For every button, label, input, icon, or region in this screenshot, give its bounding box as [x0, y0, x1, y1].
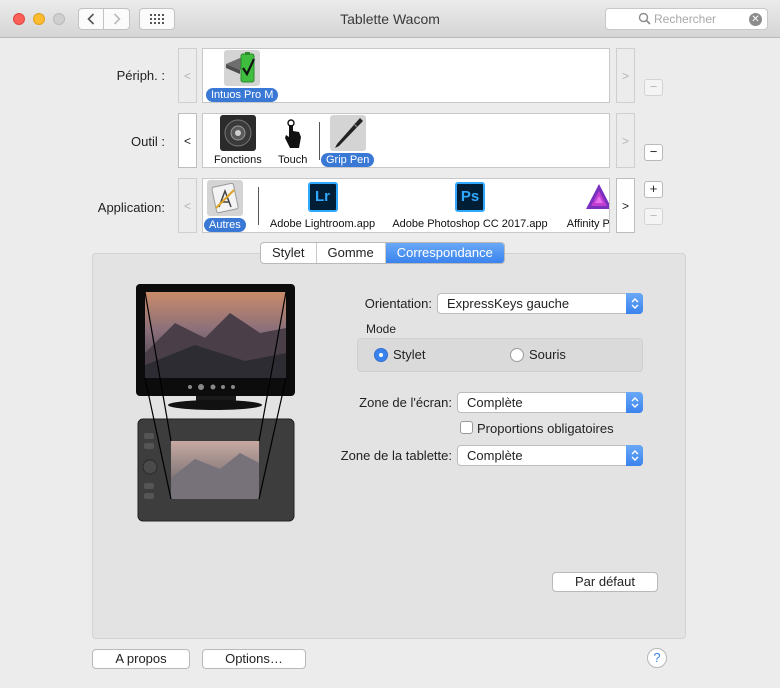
app-scroll-right-button[interactable]: > [616, 178, 635, 233]
app-item-affinity[interactable]: Affinity Photo [559, 182, 610, 231]
add-application-button[interactable]: + [644, 181, 663, 198]
tool-row-label: Outil : [131, 134, 165, 149]
app-item-label: Affinity Photo [566, 218, 610, 230]
photoshop-icon: Ps [455, 182, 485, 212]
app-item-label: Autres [204, 218, 246, 232]
preferences-window: Tablette Wacom Rechercher ✕ Périph. : < … [0, 0, 780, 688]
grip-pen-icon [329, 115, 366, 151]
tablet-zone-value: Complète [467, 448, 523, 463]
mode-stylet-radio[interactable] [374, 348, 388, 362]
clear-search-icon[interactable]: ✕ [749, 13, 762, 26]
lightroom-icon: Lr [307, 182, 338, 212]
search-icon [638, 12, 651, 25]
about-button[interactable]: A propos [92, 649, 190, 669]
app-item-label: Adobe Photoshop CC 2017.app [392, 218, 548, 230]
device-row-label: Périph. : [116, 68, 165, 83]
remove-tool-button[interactable]: − [644, 144, 663, 161]
tool-item-label: Grip Pen [321, 153, 375, 167]
tab-correspondance[interactable]: Correspondance [385, 243, 504, 263]
all-applications-icon [206, 180, 243, 216]
tool-list: Fonctions Touch Grip Pen [202, 113, 610, 168]
tablet-zone-popup[interactable]: Complète [457, 445, 643, 466]
remove-device-button[interactable]: − [644, 79, 663, 96]
mode-stylet-label[interactable]: Stylet [393, 347, 426, 362]
screen-zone-value: Complète [467, 395, 523, 410]
tool-separator [319, 122, 320, 160]
mapping-illustration [135, 283, 297, 523]
express-keys-icon [219, 115, 256, 151]
tool-item-label: Fonctions [214, 154, 262, 166]
app-scroll-left-button[interactable]: < [178, 178, 197, 233]
device-item-intuos[interactable]: Intuos Pro M [206, 50, 279, 102]
app-item-lightroom[interactable]: Lr Adobe Lightroom.app [270, 182, 375, 231]
tablet-zone-label: Zone de la tablette: [340, 448, 452, 463]
device-item-label: Intuos Pro M [206, 88, 279, 102]
search-placeholder: Rechercher [654, 12, 717, 26]
device-list: Intuos Pro M [202, 48, 610, 103]
tab-stylet[interactable]: Stylet [261, 243, 317, 263]
force-proportions-checkbox[interactable] [460, 421, 473, 434]
app-item-photoshop[interactable]: Ps Adobe Photoshop CC 2017.app [391, 182, 549, 231]
affinity-photo-icon [584, 182, 609, 212]
device-scroll-left-button[interactable]: < [178, 48, 197, 103]
default-button[interactable]: Par défaut [552, 572, 658, 592]
app-separator [258, 187, 259, 225]
app-item-label: Adobe Lightroom.app [269, 218, 376, 230]
tab-gomme[interactable]: Gomme [317, 243, 386, 263]
screen-zone-popup[interactable]: Complète [457, 392, 643, 413]
application-row-label: Application: [97, 200, 165, 215]
device-scroll-right-button[interactable]: > [616, 48, 635, 103]
tablet-battery-icon [224, 50, 261, 86]
orientation-label: Orientation: [364, 296, 432, 311]
tool-item-label: Touch [278, 154, 308, 166]
tool-scroll-left-button[interactable]: < [178, 113, 197, 168]
popup-arrows-icon [626, 293, 643, 314]
options-button[interactable]: Options… [202, 649, 306, 669]
title-bar: Tablette Wacom Rechercher ✕ [0, 0, 780, 38]
app-item-autres[interactable]: Autres [204, 180, 246, 232]
tool-item-grip-pen[interactable]: Grip Pen [321, 115, 375, 167]
tool-scroll-right-button[interactable]: > [616, 113, 635, 168]
remove-application-button[interactable]: − [644, 208, 663, 225]
popup-arrows-icon [626, 445, 643, 466]
application-list: Autres Lr Adobe Lightroom.app Ps Adobe P… [202, 178, 610, 233]
search-field[interactable]: Rechercher ✕ [605, 8, 768, 30]
mode-souris-radio[interactable] [510, 348, 524, 362]
mode-label: Mode [366, 322, 397, 336]
tool-item-touch[interactable]: Touch [273, 115, 312, 167]
mode-souris-label[interactable]: Souris [529, 347, 566, 362]
tool-item-fonctions[interactable]: Fonctions [209, 115, 267, 167]
screen-zone-label: Zone de l'écran: [359, 395, 452, 410]
touch-hand-icon [274, 115, 311, 151]
settings-tabs: Stylet Gomme Correspondance [260, 242, 505, 264]
force-proportions-label[interactable]: Proportions obligatoires [477, 421, 614, 436]
orientation-value: ExpressKeys gauche [447, 296, 570, 311]
help-icon[interactable]: ? [647, 648, 667, 668]
orientation-popup[interactable]: ExpressKeys gauche [437, 293, 643, 314]
mode-group: Stylet Souris [357, 338, 643, 372]
popup-arrows-icon [626, 392, 643, 413]
